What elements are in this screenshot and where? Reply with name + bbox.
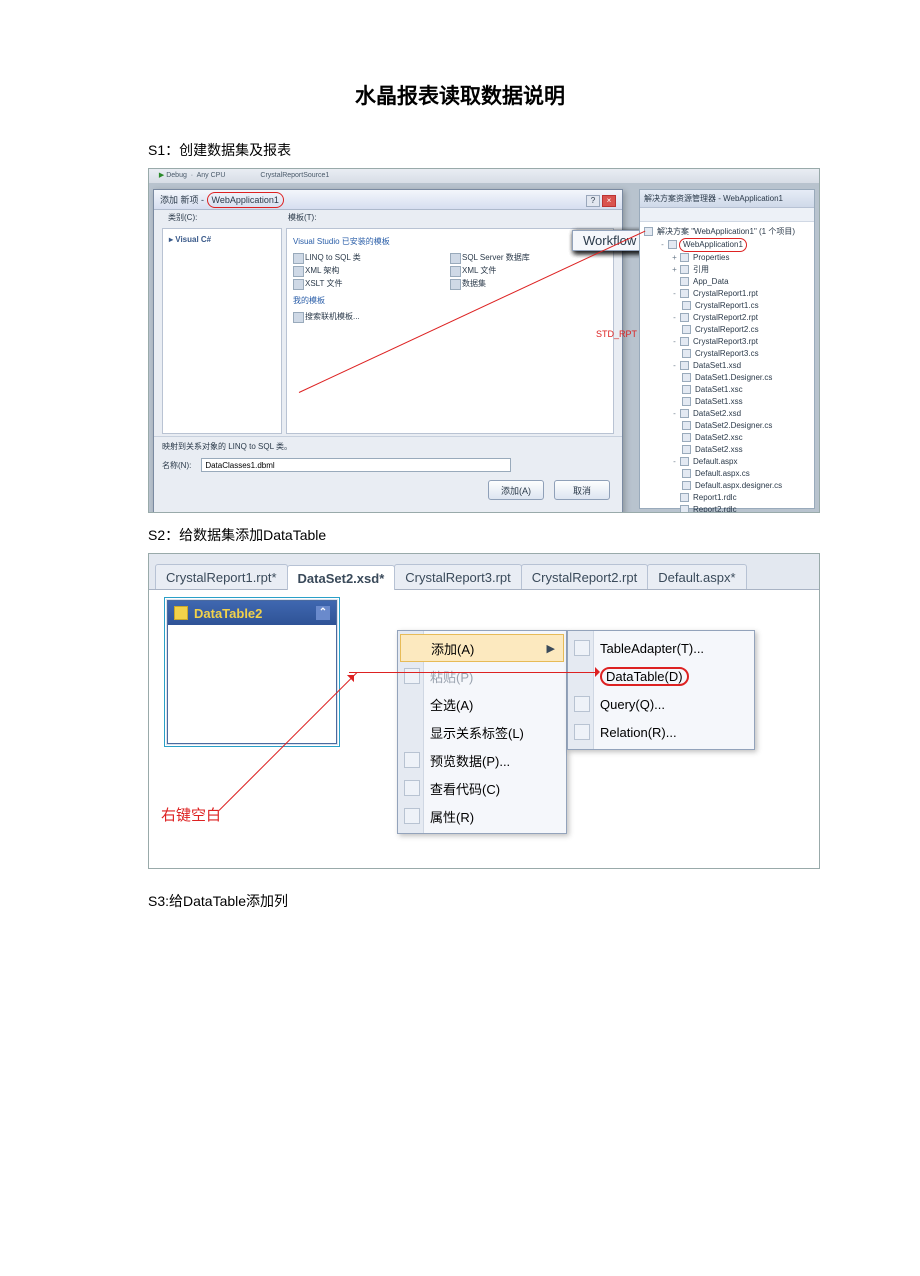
submenu-item-relation[interactable]: Relation(R)... [568,718,754,746]
doc-title: 水晶报表读取数据说明 [148,80,772,110]
tree-node[interactable]: Default.aspx.designer.cs [644,480,812,492]
tree-node[interactable]: App_Data [644,276,812,288]
code-icon [404,780,420,796]
screenshot-2: CrystalReport1.rpt* DataSet2.xsd* Crysta… [148,553,820,869]
cpu-config: Any CPU [197,172,226,179]
submenu-item-query[interactable]: Query(Q)... [568,690,754,718]
tree-node[interactable]: DataSet2.Designer.cs [644,420,812,432]
datatable-name: DataTable2 [194,606,262,621]
annotation-text: STD_RPT [596,329,637,339]
properties-icon [404,808,420,824]
tree-node[interactable]: -CrystalReport3.rpt [644,336,812,348]
tree-node[interactable]: CrystalReport2.cs [644,324,812,336]
categories-label: 类别(C): [168,212,288,226]
query-icon [574,696,590,712]
menu-item-select-all[interactable]: 全选(A) [398,690,566,718]
step-3-label: S3:给DataTable添加列 [148,891,772,911]
menu-item-properties[interactable]: 属性(R) [398,802,566,830]
name-label: 名称(N): [162,460,191,471]
report-source: CrystalReportSource1 [260,172,329,179]
dialog-title-app: WebApplication1 [207,192,284,208]
annotation-arrowhead-2b [595,667,605,677]
solution-icon [644,227,653,236]
name-field[interactable] [201,458,511,472]
template-item[interactable]: SQL Server 数据库 [450,251,607,264]
category-tree[interactable]: ▸ Visual C# Web Windows Forms WPF 常规 代码 … [162,228,282,434]
tree-node[interactable]: +引用 [644,264,812,276]
dialog-title-prefix: 添加 新项 - [160,195,207,205]
menu-item-paste: 粘贴(P) [398,662,566,690]
tree-node[interactable]: DataSet2.xss [644,444,812,456]
tab-item[interactable]: CrystalReport3.rpt [394,564,521,589]
tree-node[interactable]: CrystalReport1.cs [644,300,812,312]
help-icon[interactable]: ? [586,195,600,207]
add-button[interactable]: 添加(A) [488,480,544,500]
solution-tree[interactable]: 解决方案 "WebApplication1" (1 个项目) -WebAppli… [640,222,814,513]
step-1-label: S1：创建数据集及报表 [148,140,772,160]
tableadapter-icon [574,640,590,656]
dialog-window-buttons[interactable]: ?× [584,190,616,210]
tree-node[interactable]: -CrystalReport1.rpt [644,288,812,300]
menu-item-preview-data[interactable]: 预览数据(P)... [398,746,566,774]
tree-node[interactable]: DataSet1.Designer.cs [644,372,812,384]
template-item[interactable]: XSLT 文件 [293,277,450,290]
tree-node[interactable]: DataSet1.xss [644,396,812,408]
relation-icon [574,724,590,740]
template-item[interactable]: XML 文件 [450,264,607,277]
solution-explorer-title: 解决方案资源管理器 - WebApplication1 [640,190,814,208]
datatable-card[interactable]: DataTable2 ⌃ [167,600,337,744]
screenshot-1: ▶ Debug · Any CPU CrystalReportSource1 添… [148,168,820,513]
template-description: 映射到关系对象的 LINQ to SQL 类。 [154,436,622,454]
tab-item-active[interactable]: DataSet2.xsd* [287,565,396,590]
tree-node[interactable]: Report2.rdlc [644,504,812,513]
tree-node[interactable]: Default.aspx.cs [644,468,812,480]
document-tabs[interactable]: CrystalReport1.rpt* DataSet2.xsd* Crysta… [149,554,819,590]
run-config: Debug [166,172,187,179]
solution-explorer[interactable]: 解决方案资源管理器 - WebApplication1 解决方案 "WebApp… [639,189,815,509]
project-icon [668,240,677,249]
step-2-label: S2：给数据集添加DataTable [148,525,772,545]
tree-node[interactable]: +Properties [644,252,812,264]
template-item[interactable]: LINQ to SQL 类 [293,251,450,264]
solution-root[interactable]: 解决方案 "WebApplication1" (1 个项目) [655,226,795,238]
submenu-item-tableadapter[interactable]: TableAdapter(T)... [568,634,754,662]
paste-icon [404,668,420,684]
tree-node[interactable]: CrystalReport3.cs [644,348,812,360]
annotation-right-click-blank: 右键空白 [161,804,221,825]
template-item[interactable]: XML 架构 [293,264,450,277]
add-submenu[interactable]: TableAdapter(T)... DataTable(D) Query(Q)… [567,630,755,750]
tree-node[interactable]: -Default.aspx [644,456,812,468]
menu-item-view-code[interactable]: 查看代码(C) [398,774,566,802]
templates-section-my: 我的模板 [293,294,607,307]
project-node[interactable]: WebApplication1 [679,238,747,252]
solution-explorer-toolbar[interactable] [640,208,814,222]
collapse-icon[interactable]: ⌃ [316,606,330,620]
tab-item[interactable]: CrystalReport1.rpt* [155,564,288,589]
menu-item-add[interactable]: 添加(A)▶ [400,634,564,662]
templates-section-installed: Visual Studio 已安装的模板 [293,235,607,248]
menu-item-show-relations[interactable]: 显示关系标签(L) [398,718,566,746]
tree-node[interactable]: DataSet1.xsc [644,384,812,396]
tree-node[interactable]: -DataSet1.xsd [644,360,812,372]
close-icon[interactable]: × [602,195,616,207]
vs-toolbar: ▶ Debug · Any CPU CrystalReportSource1 [149,169,819,183]
templates-label: 模板(T): [288,212,316,226]
cat-root[interactable]: ▸ Visual C# [169,233,279,246]
tree-node[interactable]: -CrystalReport2.rpt [644,312,812,324]
preview-icon [404,752,420,768]
template-list[interactable]: Visual Studio 已安装的模板 LINQ to SQL 类 XML 架… [286,228,614,434]
submenu-arrow-icon: ▶ [547,642,555,655]
tree-node[interactable]: DataSet2.xsc [644,432,812,444]
annotation-line-2b [349,672,599,673]
datatable-icon [174,606,188,620]
tree-node[interactable]: Report1.rdlc [644,492,812,504]
tab-item[interactable]: Default.aspx* [647,564,746,589]
tab-item[interactable]: CrystalReport2.rpt [521,564,648,589]
dataset-designer-surface[interactable]: DataTable2 ⌃ 添加(A)▶ 粘贴(P) 全选(A) 显示关系标签(L… [149,590,819,869]
tree-node[interactable]: -DataSet2.xsd [644,408,812,420]
context-menu[interactable]: 添加(A)▶ 粘贴(P) 全选(A) 显示关系标签(L) 预览数据(P)... … [397,630,567,834]
cancel-button[interactable]: 取消 [554,480,610,500]
